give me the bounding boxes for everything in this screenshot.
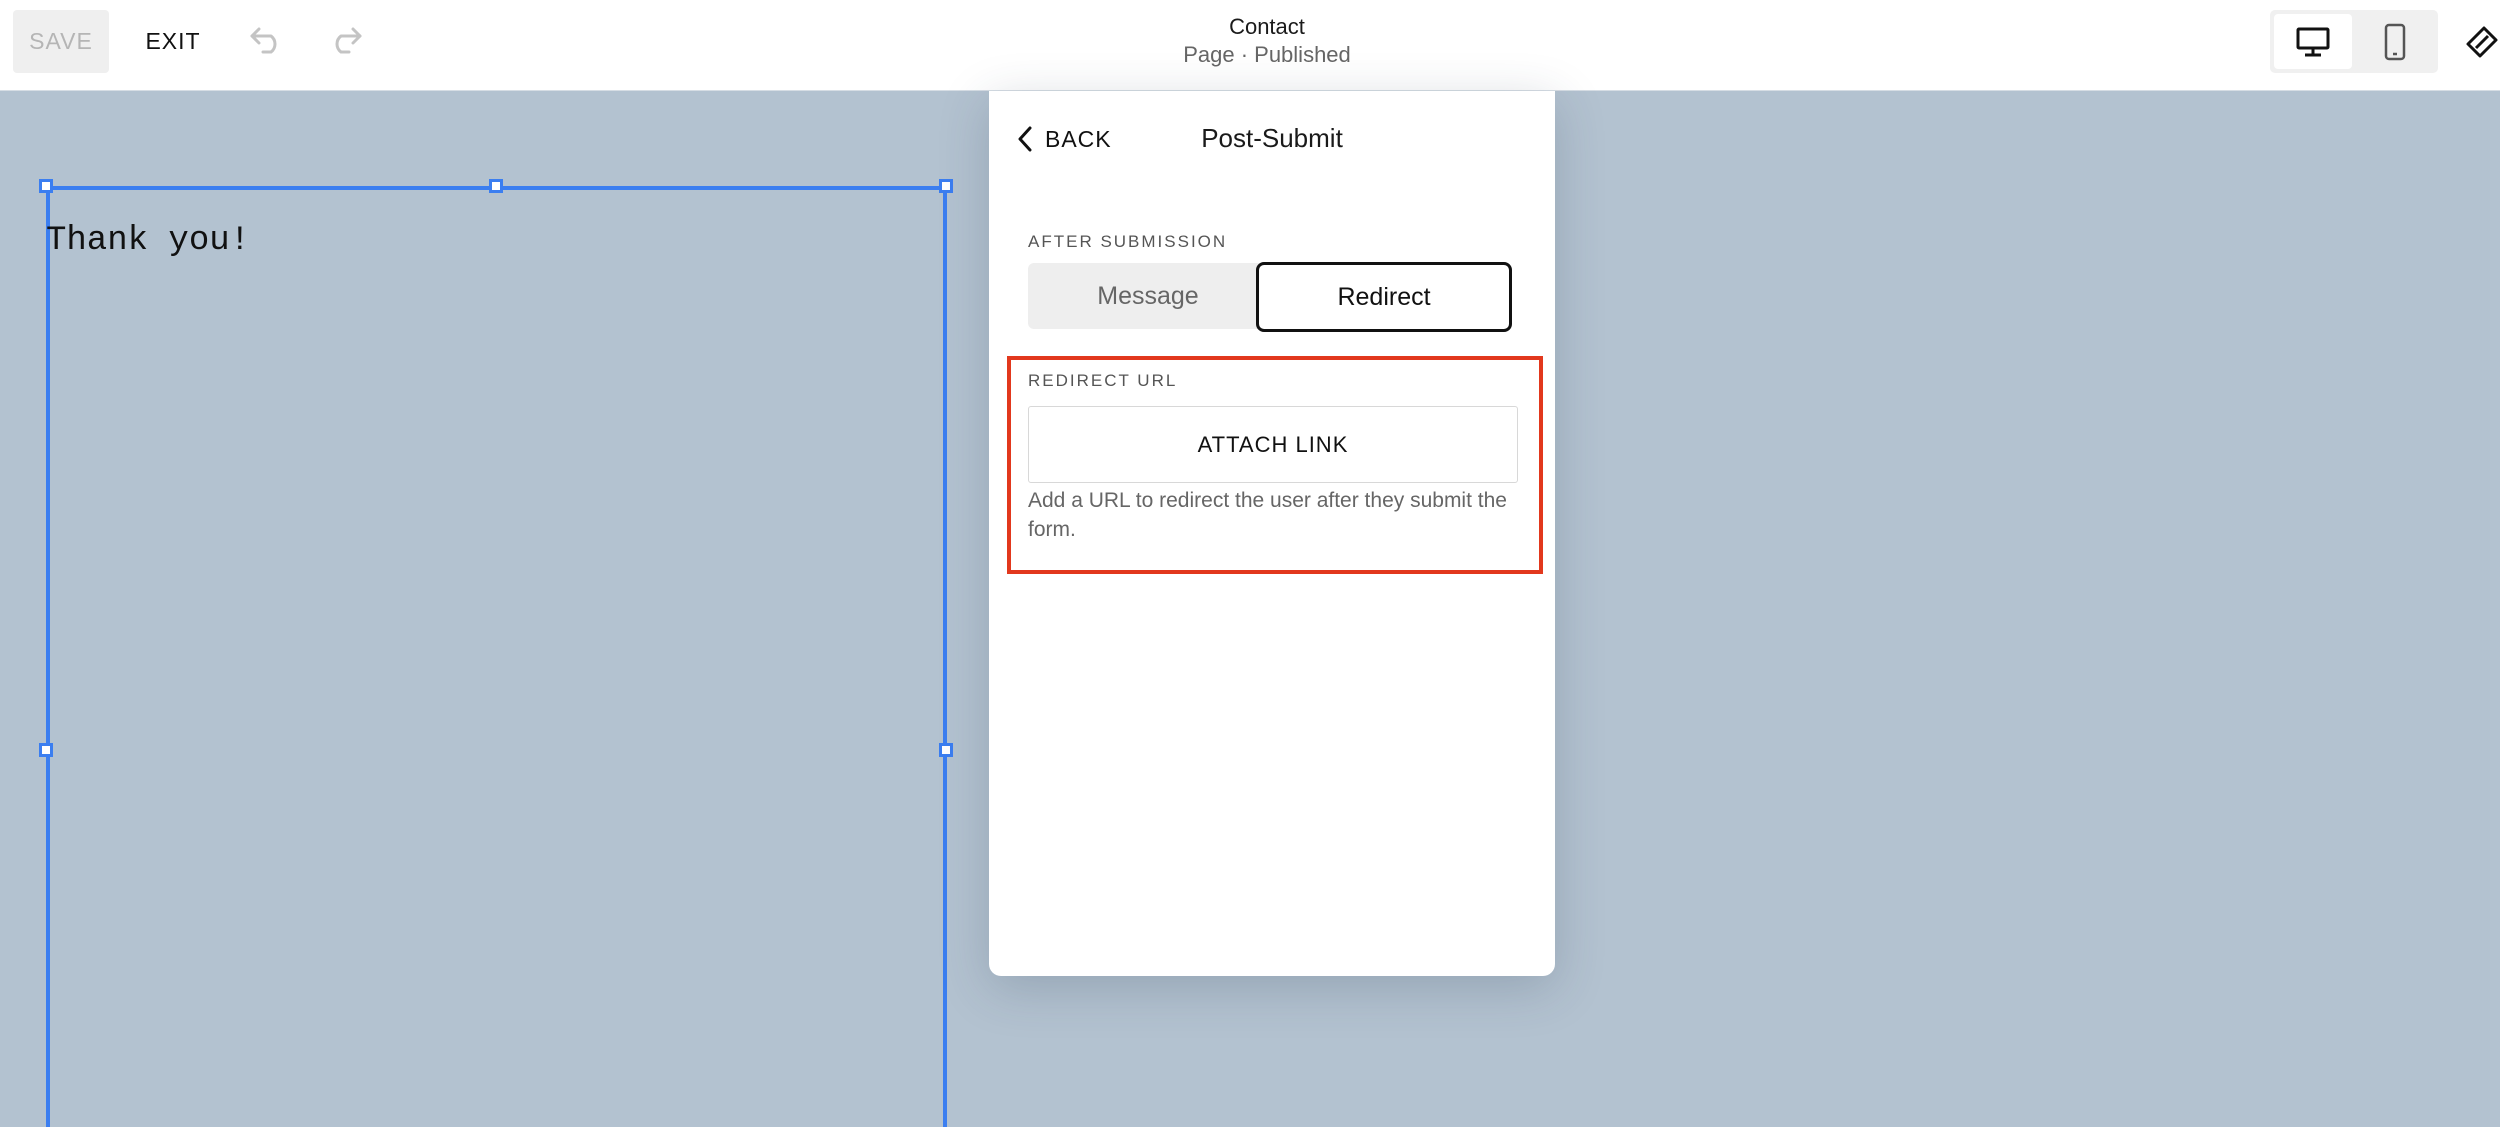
resize-handle-top-right[interactable]: [939, 179, 953, 193]
desktop-view-button[interactable]: [2274, 14, 2352, 69]
text-block-selection[interactable]: [46, 186, 947, 1127]
thank-you-text[interactable]: Thank you!: [46, 222, 250, 260]
redo-icon[interactable]: [325, 20, 365, 60]
resize-handle-middle-right[interactable]: [939, 743, 953, 757]
after-submission-toggle: Message Redirect: [1028, 262, 1512, 332]
page-title: Contact: [1229, 14, 1305, 39]
panel-title: Post-Submit: [1201, 123, 1343, 153]
after-submission-label: AFTER SUBMISSION: [1028, 232, 1228, 251]
page-status: Page · Published: [1183, 42, 1351, 67]
attach-link-button[interactable]: ATTACH LINK: [1028, 406, 1518, 483]
redirect-option[interactable]: Redirect: [1256, 262, 1512, 332]
editor-toolbar: SAVE EXIT Contact Page · Published: [0, 0, 2500, 91]
desktop-icon: [2296, 27, 2330, 56]
redirect-url-label: REDIRECT URL: [1028, 371, 1178, 390]
mobile-view-button[interactable]: [2356, 14, 2434, 69]
mobile-icon: [2384, 23, 2406, 60]
redirect-helper-text: Add a URL to redirect the user after the…: [1028, 489, 1507, 541]
resize-handle-top-left[interactable]: [39, 179, 53, 193]
design-brush-icon[interactable]: [2464, 20, 2500, 60]
message-option[interactable]: Message: [1028, 263, 1268, 329]
post-submit-panel: BACK Post-Submit AFTER SUBMISSION Messag…: [989, 91, 1555, 976]
device-toggle: [2270, 10, 2438, 73]
exit-button[interactable]: EXIT: [138, 10, 208, 73]
resize-handle-top-middle[interactable]: [489, 179, 503, 193]
undo-icon[interactable]: [247, 20, 287, 60]
save-button[interactable]: SAVE: [13, 10, 109, 73]
resize-handle-middle-left[interactable]: [39, 743, 53, 757]
